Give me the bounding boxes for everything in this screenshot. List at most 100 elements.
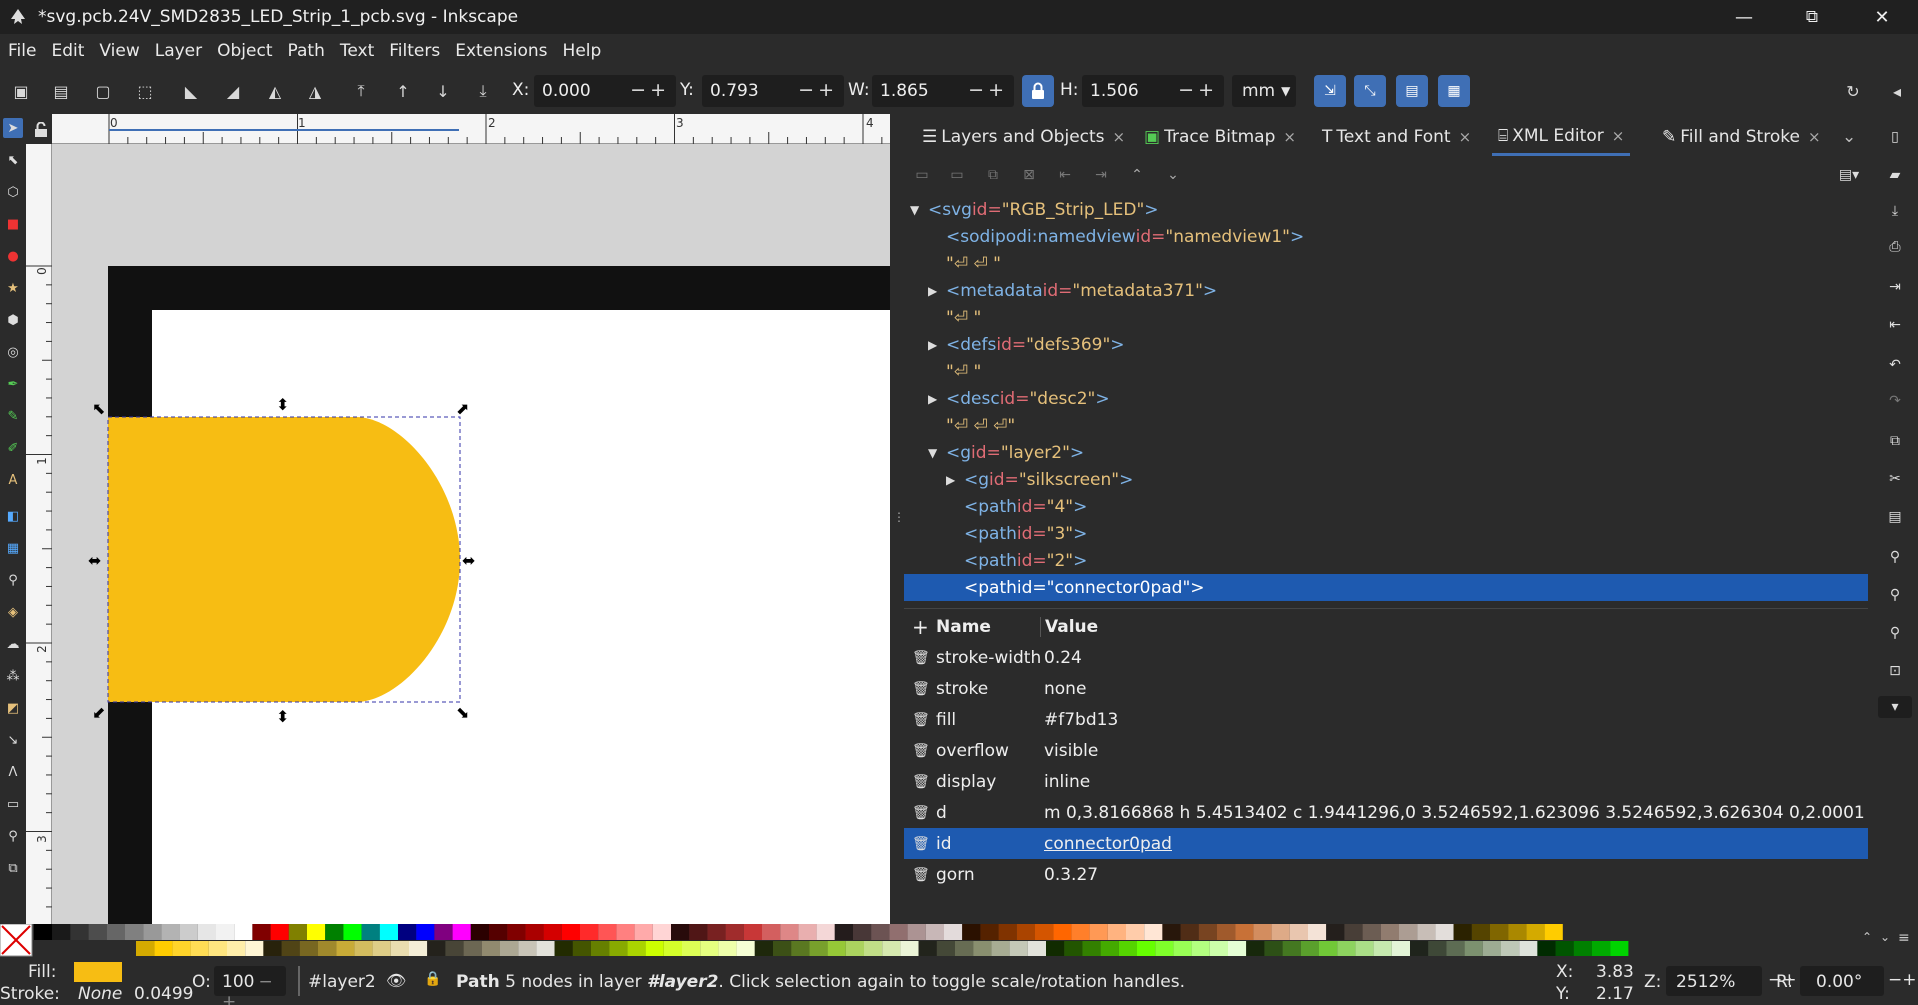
w-spin-buttons[interactable]: −+ [968,79,1008,101]
xml-node[interactable]: ▼ <g id= "layer2" > [904,439,1868,466]
fill-swatch[interactable] [74,962,122,982]
palette-swatch[interactable] [1544,924,1563,940]
redo-icon[interactable]: ↷ [1884,390,1906,412]
collapse-arrow-icon[interactable]: ▼ [928,446,937,460]
palette-swatch[interactable] [500,941,519,956]
palette-swatch[interactable] [197,924,216,940]
zoom-tool-icon[interactable]: ⚲ [3,826,23,846]
duplicate-node-icon[interactable]: ⧉ [983,165,1003,185]
trash-icon[interactable]: 🗑 [912,712,930,728]
color-palette[interactable]: ⌃ ⌄ ≡ [0,924,1918,958]
palette-swatch[interactable] [1107,924,1126,940]
xml-node[interactable]: <path id= "4" > [904,493,1868,520]
palette-swatch[interactable] [816,924,835,940]
layer-visibility-icon[interactable]: 👁 [386,971,406,990]
palette-swatch[interactable] [707,924,726,940]
palette-swatch[interactable] [299,941,318,956]
palette-swatch[interactable] [343,924,362,940]
tab-trace-bitmap[interactable]: ▣ Trace Bitmap × [1144,118,1296,156]
zoom-center-page-icon[interactable]: ⊡ [1884,660,1906,682]
palette-swatch[interactable] [1446,941,1465,956]
palette-swatch[interactable] [1271,924,1290,940]
palette-swatch[interactable] [234,924,253,940]
lpe-tool-icon[interactable]: Λ [3,762,23,782]
attribute-value[interactable]: none [1044,679,1864,699]
palette-swatch[interactable] [1573,941,1592,956]
palette-swatch[interactable] [1380,924,1399,940]
current-layer[interactable]: #layer2 [308,972,376,992]
palette-swatch[interactable] [325,924,344,940]
palette-swatch[interactable] [1027,941,1046,956]
palette-swatch[interactable] [409,941,428,956]
cut-icon[interactable]: ✂ [1884,468,1906,490]
palette-swatch[interactable] [1246,941,1265,956]
tab-layers-objects[interactable]: ☰ Layers and Objects × [922,118,1125,156]
palette-swatch[interactable] [1209,941,1228,956]
palette-swatch[interactable] [336,941,355,956]
palette-swatch[interactable] [743,924,762,940]
palette-swatch[interactable] [1053,924,1072,940]
palette-swatch[interactable] [754,941,773,956]
xml-node[interactable]: <path id= "3" > [904,520,1868,547]
palette-swatch[interactable] [998,924,1017,940]
menu-file[interactable]: File [8,41,36,61]
mesh-tool-icon[interactable]: ▦ [3,538,23,558]
palette-swatch[interactable] [900,941,919,956]
palette-swatch[interactable] [671,924,690,940]
attribute-value[interactable]: visible [1044,741,1864,761]
opacity-field[interactable]: 100 −+ [214,966,286,1005]
x-spin-buttons[interactable]: −+ [630,79,670,101]
palette-swatch[interactable] [434,924,453,940]
gradient-tool-icon[interactable]: ◧ [3,506,23,526]
palette-swatch[interactable] [598,924,617,940]
palette-swatch[interactable] [918,941,937,956]
palette-swatch[interactable] [1100,941,1119,956]
palette-swatch[interactable] [627,941,646,956]
trash-icon[interactable]: 🗑 [912,681,930,697]
palette-swatch[interactable] [1217,924,1236,940]
palette-swatch[interactable] [700,941,719,956]
trash-icon[interactable]: 🗑 [912,836,930,852]
commands-toggle-icon[interactable]: ◂ [1884,78,1910,104]
palette-swatch[interactable] [762,924,781,940]
menu-filters[interactable]: Filters [389,41,440,61]
palette-swatch[interactable] [1453,924,1472,940]
palette-swatch[interactable] [834,924,853,940]
palette-swatch[interactable] [481,941,500,956]
xml-node[interactable]: ▶ <desc id= "desc2" > [904,385,1868,412]
scale-stroke-button[interactable]: ⇲ [1314,75,1346,107]
palette-swatch[interactable] [1464,941,1483,956]
connector-pad-shape[interactable] [108,417,460,702]
palette-swatch[interactable] [991,941,1010,956]
palette-swatch[interactable] [864,941,883,956]
palette-swatch[interactable] [1482,941,1501,956]
palette-swatch[interactable] [1592,941,1611,956]
palette-swatch[interactable] [307,924,326,940]
palette-swatch[interactable] [1428,941,1447,956]
new-text-node-icon[interactable]: ▭ [947,165,967,185]
palette-swatch[interactable] [1337,941,1356,956]
close-button[interactable]: ✕ [1852,0,1912,34]
node-tool-icon[interactable]: ⬉ [3,150,23,170]
palette-swatch[interactable] [445,941,464,956]
y-spin-buttons[interactable]: −+ [798,79,838,101]
palette-swatch[interactable] [1555,941,1574,956]
touch-select-icon[interactable]: ⬚ [132,78,158,104]
save-icon[interactable]: ⤓ [1884,200,1906,222]
palette-swatch[interactable] [1137,941,1156,956]
measure-tool-icon[interactable]: ▭ [3,794,23,814]
y-field[interactable]: 0.793 −+ [702,75,844,107]
palette-swatch[interactable] [853,924,872,940]
palette-swatch[interactable] [288,924,307,940]
xml-node-tree[interactable]: ▼ <svg id= "RGB_Strip_LED" > <sodipodi:nam… [904,196,1868,604]
palette-swatch[interactable] [1435,924,1454,940]
new-element-node-icon[interactable]: ▭ [912,165,932,185]
palette-swatch[interactable] [1253,924,1272,940]
palette-swatch[interactable] [543,924,562,940]
attribute-row[interactable]: 🗑 gorn 0.3.27 [904,859,1868,890]
units-select[interactable]: mm ▼ [1232,75,1296,107]
palette-swatch[interactable] [1391,941,1410,956]
palette-swatch[interactable] [1009,941,1028,956]
palette-swatch[interactable] [1471,924,1490,940]
palette-swatch[interactable] [616,924,635,940]
